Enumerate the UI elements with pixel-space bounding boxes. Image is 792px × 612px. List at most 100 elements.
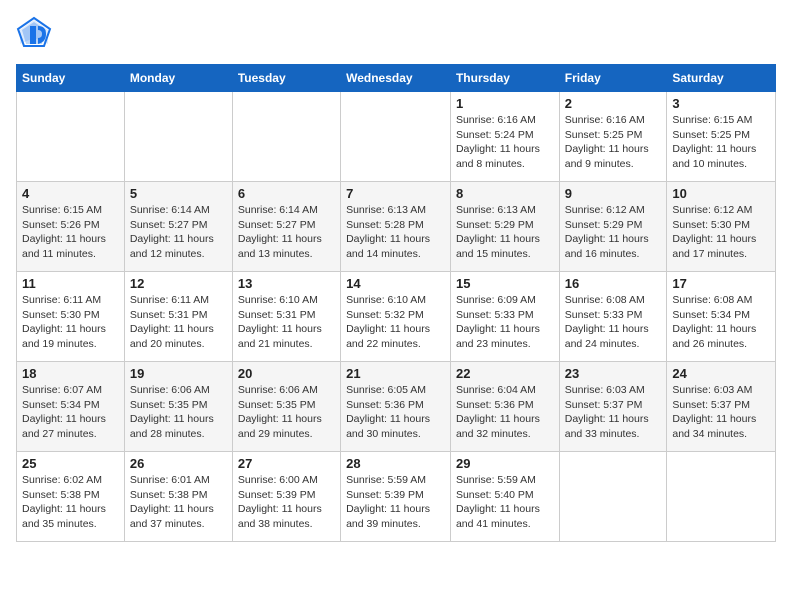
calendar-cell: 25 Sunrise: 6:02 AMSunset: 5:38 PMDayligh… xyxy=(17,452,125,542)
logo xyxy=(16,16,56,52)
day-info: Sunrise: 6:02 AMSunset: 5:38 PMDaylight:… xyxy=(22,473,119,532)
day-number: 24 xyxy=(672,366,770,381)
calendar-cell xyxy=(232,92,340,182)
col-tuesday: Tuesday xyxy=(232,65,340,92)
col-monday: Monday xyxy=(124,65,232,92)
day-number: 27 xyxy=(238,456,335,471)
day-info: Sunrise: 6:10 AMSunset: 5:31 PMDaylight:… xyxy=(238,293,335,352)
day-number: 10 xyxy=(672,186,770,201)
day-number: 7 xyxy=(346,186,445,201)
day-info: Sunrise: 6:08 AMSunset: 5:34 PMDaylight:… xyxy=(672,293,770,352)
calendar-cell xyxy=(341,92,451,182)
calendar-cell: 9Sunrise: 6:12 AMSunset: 5:29 PMDaylight… xyxy=(559,182,667,272)
day-number: 19 xyxy=(130,366,227,381)
calendar-cell xyxy=(667,452,776,542)
day-info: Sunrise: 5:59 AMSunset: 5:39 PMDaylight:… xyxy=(346,473,445,532)
day-info: Sunrise: 6:16 AMSunset: 5:24 PMDaylight:… xyxy=(456,113,554,172)
calendar-week-2: 4 Sunrise: 6:15 AMSunset: 5:26 PMDaylight… xyxy=(17,182,776,272)
calendar-cell xyxy=(559,452,667,542)
day-info: Sunrise: 6:16 AMSunset: 5:25 PMDaylight:… xyxy=(565,113,662,172)
day-number: 11 xyxy=(22,276,119,291)
day-info: Sunrise: 6:06 AMSunset: 5:35 PMDaylight:… xyxy=(238,383,335,442)
day-number: 13 xyxy=(238,276,335,291)
col-friday: Friday xyxy=(559,65,667,92)
day-info: Sunrise: 6:00 AMSunset: 5:39 PMDaylight:… xyxy=(238,473,335,532)
col-wednesday: Wednesday xyxy=(341,65,451,92)
day-number: 23 xyxy=(565,366,662,381)
calendar-cell: 5Sunrise: 6:14 AMSunset: 5:27 PMDaylight… xyxy=(124,182,232,272)
calendar-cell: 8 Sunrise: 6:13 AMSunset: 5:29 PMDaylight… xyxy=(450,182,559,272)
calendar-cell: 26 Sunrise: 6:01 AMSunset: 5:38 PMDayligh… xyxy=(124,452,232,542)
day-info: Sunrise: 6:13 AMSunset: 5:28 PMDaylight:… xyxy=(346,203,445,262)
header-row: Sunday Monday Tuesday Wednesday Thursday… xyxy=(17,65,776,92)
day-info: Sunrise: 6:06 AMSunset: 5:35 PMDaylight:… xyxy=(130,383,227,442)
calendar-week-4: 18Sunrise: 6:07 AMSunset: 5:34 PMDayligh… xyxy=(17,362,776,452)
calendar-cell: 19 Sunrise: 6:06 AMSunset: 5:35 PMDayligh… xyxy=(124,362,232,452)
calendar-cell: 16Sunrise: 6:08 AMSunset: 5:33 PMDayligh… xyxy=(559,272,667,362)
calendar-body: 1 Sunrise: 6:16 AMSunset: 5:24 PMDaylight… xyxy=(17,92,776,542)
calendar-cell xyxy=(17,92,125,182)
calendar-cell: 15 Sunrise: 6:09 AMSunset: 5:33 PMDayligh… xyxy=(450,272,559,362)
calendar-cell: 14Sunrise: 6:10 AMSunset: 5:32 PMDayligh… xyxy=(341,272,451,362)
calendar-cell: 1 Sunrise: 6:16 AMSunset: 5:24 PMDaylight… xyxy=(450,92,559,182)
calendar-cell: 12Sunrise: 6:11 AMSunset: 5:31 PMDayligh… xyxy=(124,272,232,362)
calendar-cell: 10Sunrise: 6:12 AMSunset: 5:30 PMDayligh… xyxy=(667,182,776,272)
calendar-week-5: 25 Sunrise: 6:02 AMSunset: 5:38 PMDayligh… xyxy=(17,452,776,542)
day-info: Sunrise: 6:04 AMSunset: 5:36 PMDaylight:… xyxy=(456,383,554,442)
day-info: Sunrise: 6:05 AMSunset: 5:36 PMDaylight:… xyxy=(346,383,445,442)
day-number: 8 xyxy=(456,186,554,201)
day-info: Sunrise: 6:09 AMSunset: 5:33 PMDaylight:… xyxy=(456,293,554,352)
page-header xyxy=(16,16,776,52)
day-number: 25 xyxy=(22,456,119,471)
day-info: Sunrise: 6:12 AMSunset: 5:29 PMDaylight:… xyxy=(565,203,662,262)
day-number: 22 xyxy=(456,366,554,381)
day-number: 26 xyxy=(130,456,227,471)
calendar-cell: 17 Sunrise: 6:08 AMSunset: 5:34 PMDayligh… xyxy=(667,272,776,362)
day-info: Sunrise: 6:11 AMSunset: 5:30 PMDaylight:… xyxy=(22,293,119,352)
calendar-header: Sunday Monday Tuesday Wednesday Thursday… xyxy=(17,65,776,92)
day-info: Sunrise: 6:15 AMSunset: 5:26 PMDaylight:… xyxy=(22,203,119,262)
day-number: 4 xyxy=(22,186,119,201)
day-number: 5 xyxy=(130,186,227,201)
calendar-cell: 28 Sunrise: 5:59 AMSunset: 5:39 PMDayligh… xyxy=(341,452,451,542)
logo-icon xyxy=(16,16,52,52)
calendar-cell xyxy=(124,92,232,182)
calendar-cell: 6Sunrise: 6:14 AMSunset: 5:27 PMDaylight… xyxy=(232,182,340,272)
col-saturday: Saturday xyxy=(667,65,776,92)
day-info: Sunrise: 6:01 AMSunset: 5:38 PMDaylight:… xyxy=(130,473,227,532)
calendar-cell: 18Sunrise: 6:07 AMSunset: 5:34 PMDayligh… xyxy=(17,362,125,452)
calendar-cell: 13 Sunrise: 6:10 AMSunset: 5:31 PMDayligh… xyxy=(232,272,340,362)
calendar-cell: 22 Sunrise: 6:04 AMSunset: 5:36 PMDayligh… xyxy=(450,362,559,452)
day-info: Sunrise: 5:59 AMSunset: 5:40 PMDaylight:… xyxy=(456,473,554,532)
col-thursday: Thursday xyxy=(450,65,559,92)
calendar-cell: 21 Sunrise: 6:05 AMSunset: 5:36 PMDayligh… xyxy=(341,362,451,452)
calendar-cell: 24 Sunrise: 6:03 AMSunset: 5:37 PMDayligh… xyxy=(667,362,776,452)
calendar-cell: 3 Sunrise: 6:15 AMSunset: 5:25 PMDaylight… xyxy=(667,92,776,182)
day-info: Sunrise: 6:13 AMSunset: 5:29 PMDaylight:… xyxy=(456,203,554,262)
calendar-cell: 2 Sunrise: 6:16 AMSunset: 5:25 PMDaylight… xyxy=(559,92,667,182)
day-info: Sunrise: 6:15 AMSunset: 5:25 PMDaylight:… xyxy=(672,113,770,172)
calendar-table: Sunday Monday Tuesday Wednesday Thursday… xyxy=(16,64,776,542)
calendar-cell: 4 Sunrise: 6:15 AMSunset: 5:26 PMDaylight… xyxy=(17,182,125,272)
day-info: Sunrise: 6:10 AMSunset: 5:32 PMDaylight:… xyxy=(346,293,445,352)
day-number: 28 xyxy=(346,456,445,471)
calendar-cell: 7 Sunrise: 6:13 AMSunset: 5:28 PMDaylight… xyxy=(341,182,451,272)
day-number: 20 xyxy=(238,366,335,381)
day-number: 16 xyxy=(565,276,662,291)
day-number: 1 xyxy=(456,96,554,111)
day-number: 17 xyxy=(672,276,770,291)
calendar-cell: 20 Sunrise: 6:06 AMSunset: 5:35 PMDayligh… xyxy=(232,362,340,452)
calendar-cell: 11 Sunrise: 6:11 AMSunset: 5:30 PMDayligh… xyxy=(17,272,125,362)
calendar-week-1: 1 Sunrise: 6:16 AMSunset: 5:24 PMDaylight… xyxy=(17,92,776,182)
calendar-cell: 23Sunrise: 6:03 AMSunset: 5:37 PMDayligh… xyxy=(559,362,667,452)
day-info: Sunrise: 6:03 AMSunset: 5:37 PMDaylight:… xyxy=(672,383,770,442)
day-number: 3 xyxy=(672,96,770,111)
day-number: 21 xyxy=(346,366,445,381)
day-info: Sunrise: 6:14 AMSunset: 5:27 PMDaylight:… xyxy=(238,203,335,262)
calendar-cell: 27 Sunrise: 6:00 AMSunset: 5:39 PMDayligh… xyxy=(232,452,340,542)
day-info: Sunrise: 6:11 AMSunset: 5:31 PMDaylight:… xyxy=(130,293,227,352)
day-number: 2 xyxy=(565,96,662,111)
calendar-week-3: 11 Sunrise: 6:11 AMSunset: 5:30 PMDayligh… xyxy=(17,272,776,362)
col-sunday: Sunday xyxy=(17,65,125,92)
day-number: 15 xyxy=(456,276,554,291)
